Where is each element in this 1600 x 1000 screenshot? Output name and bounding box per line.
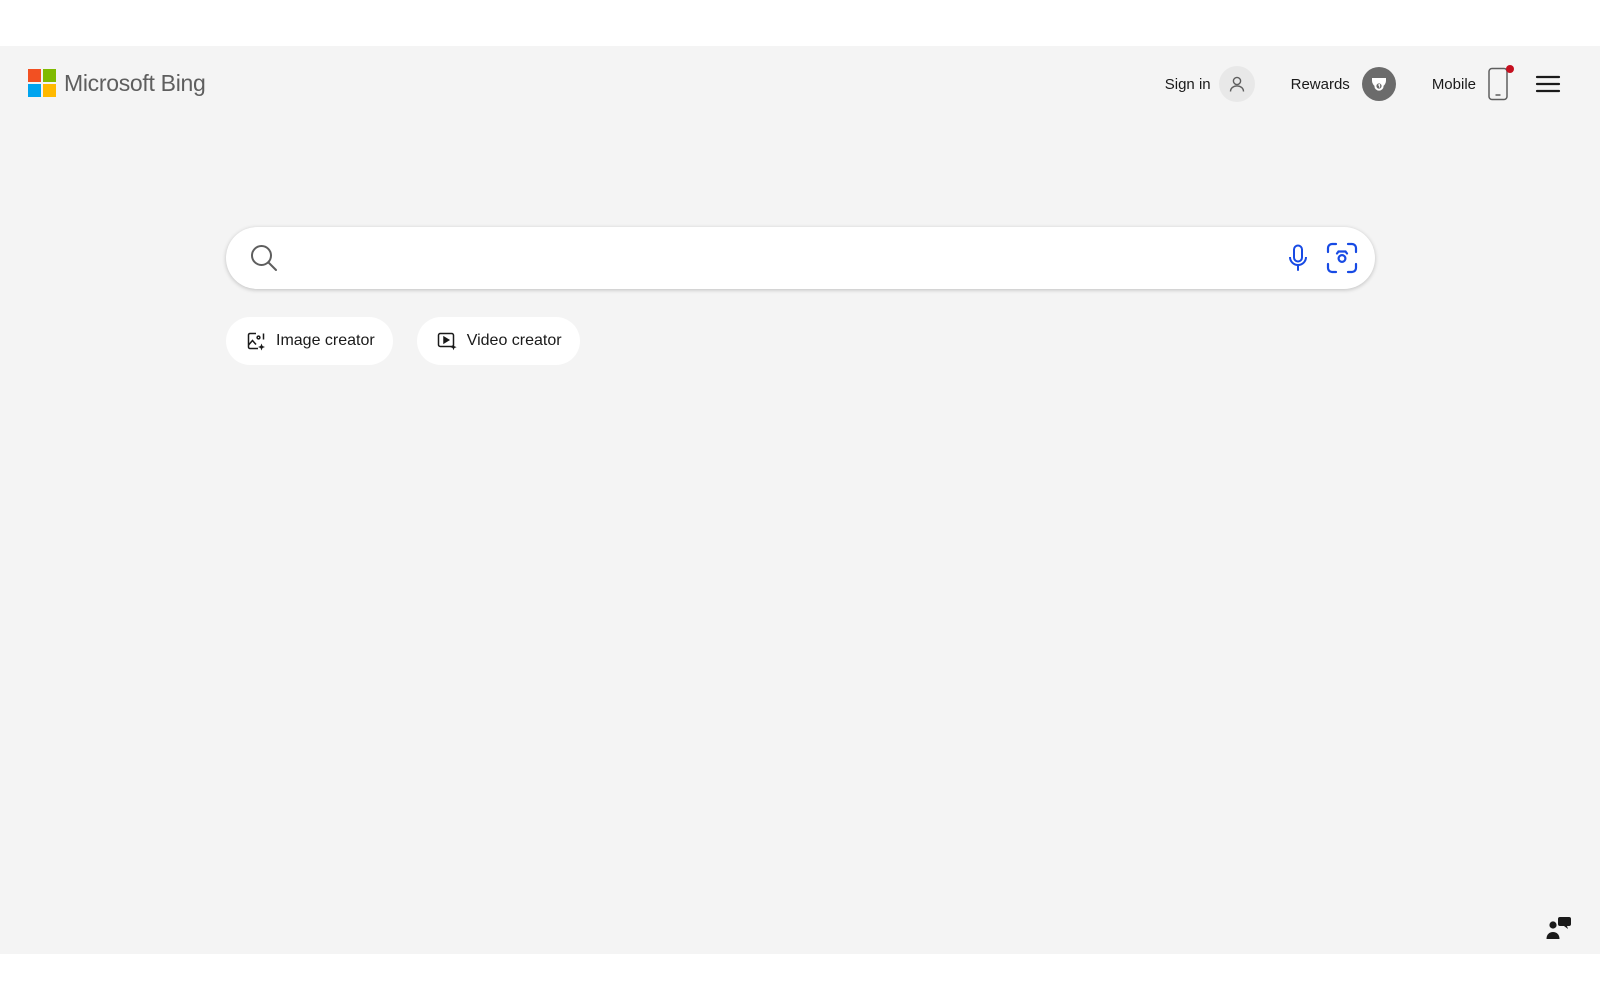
sign-in-button[interactable]: Sign in bbox=[1165, 66, 1255, 102]
microsoft-logo-icon bbox=[28, 69, 56, 97]
image-creator-button[interactable]: Image creator bbox=[226, 317, 393, 365]
sign-in-label: Sign in bbox=[1164, 75, 1211, 93]
bing-homepage: Microsoft Bing Sign in Rewards Mobile Im… bbox=[0, 46, 1600, 954]
mobile-label: Mobile bbox=[1431, 75, 1476, 93]
notification-dot bbox=[1506, 65, 1514, 73]
image-creator-label: Image creator bbox=[276, 332, 375, 349]
rewards-label: Rewards bbox=[1290, 75, 1350, 93]
microphone-icon[interactable] bbox=[1277, 237, 1319, 279]
rewards-button[interactable]: Rewards bbox=[1291, 67, 1396, 101]
user-icon bbox=[1218, 66, 1255, 102]
browser-top-strip bbox=[0, 0, 1600, 46]
video-creator-icon bbox=[437, 332, 457, 351]
bing-logo[interactable]: Microsoft Bing bbox=[28, 68, 206, 98]
logo-text: Microsoft Bing bbox=[64, 69, 206, 96]
browser-bottom-strip bbox=[0, 954, 1600, 1000]
mobile-button[interactable]: Mobile bbox=[1431, 65, 1514, 102]
rewards-trophy-icon bbox=[1361, 67, 1396, 101]
search-input[interactable] bbox=[296, 236, 1277, 280]
header-actions: Sign in Rewards Mobile bbox=[1165, 65, 1562, 102]
video-creator-button[interactable]: Video creator bbox=[416, 317, 580, 365]
search-box bbox=[226, 227, 1375, 289]
video-creator-label: Video creator bbox=[466, 332, 562, 349]
hamburger-menu-icon[interactable] bbox=[1534, 66, 1562, 102]
creator-chips: Image creator Video creator bbox=[226, 317, 580, 365]
image-creator-icon bbox=[247, 332, 265, 351]
search-icon bbox=[226, 227, 296, 289]
phone-icon bbox=[1486, 65, 1514, 102]
feedback-icon[interactable] bbox=[1544, 914, 1574, 942]
camera-search-icon[interactable] bbox=[1321, 237, 1363, 279]
